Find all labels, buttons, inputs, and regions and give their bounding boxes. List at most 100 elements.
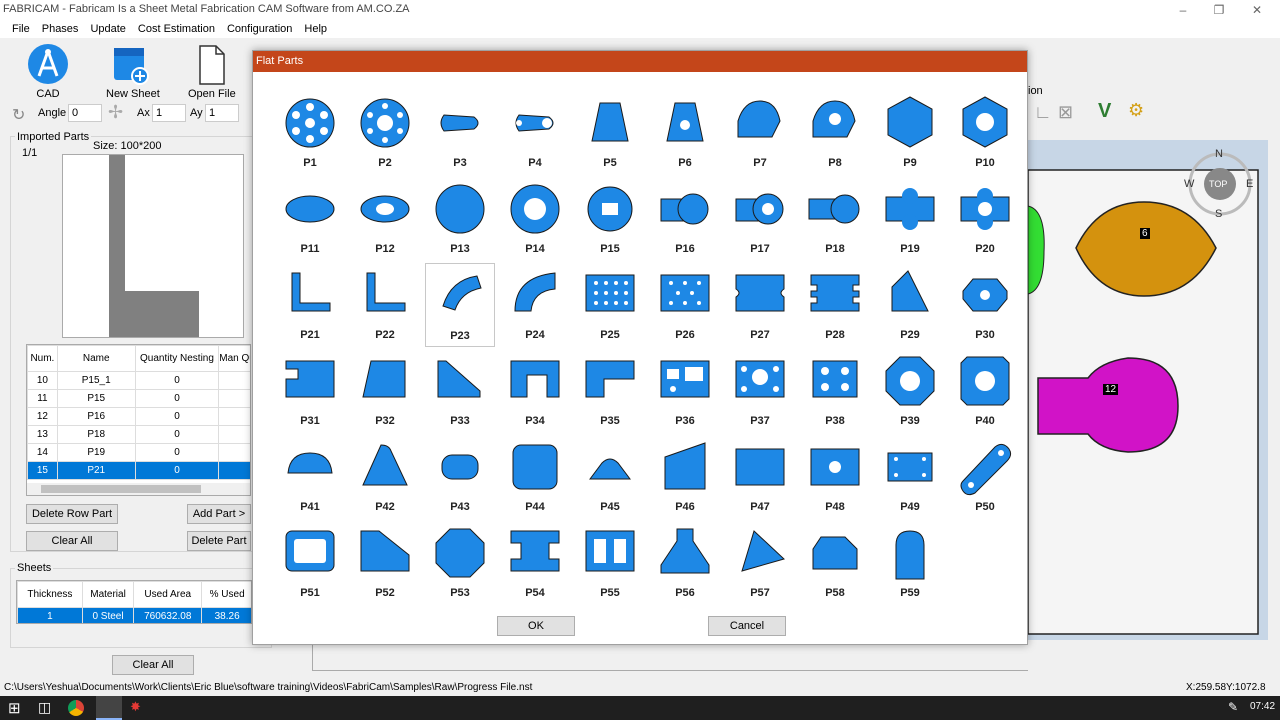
part-tile-p23[interactable]: P23 (425, 263, 495, 347)
part-tile-p35[interactable]: P35 (575, 349, 645, 433)
part-tile-p43[interactable]: P43 (425, 435, 495, 519)
part-tile-p19[interactable]: P19 (875, 177, 945, 261)
ay-input[interactable]: 1 (205, 104, 239, 122)
part-tile-p13[interactable]: P13 (425, 177, 495, 261)
part-tile-p24[interactable]: P24 (500, 263, 570, 347)
delete-row-part-button[interactable]: Delete Row Part (26, 504, 118, 524)
part-tile-p55[interactable]: P55 (575, 521, 645, 605)
menu-configuration[interactable]: Configuration (221, 20, 298, 38)
menu-update[interactable]: Update (84, 20, 131, 38)
part-tile-p17[interactable]: P17 (725, 177, 795, 261)
part-tile-p39[interactable]: P39 (875, 349, 945, 433)
ok-button[interactable]: OK (497, 616, 575, 636)
add-part-button[interactable]: Add Part > (187, 504, 251, 524)
pen-icon[interactable]: ✎ (1228, 700, 1238, 714)
table-row-selected[interactable]: 15 P21 0 (27, 461, 250, 480)
part-tile-p54[interactable]: P54 (500, 521, 570, 605)
part-tile-p44[interactable]: P44 (500, 435, 570, 519)
part-tile-p38[interactable]: P38 (800, 349, 870, 433)
part-tile-p49[interactable]: P49 (875, 435, 945, 519)
part-tile-p33[interactable]: P33 (425, 349, 495, 433)
chrome-icon[interactable] (68, 700, 84, 716)
part-tile-p20[interactable]: P20 (950, 177, 1020, 261)
table-row[interactable]: 13 P18 0 (27, 425, 250, 444)
imported-parts-table[interactable]: Num. Name Quantity Nesting Man Quan 10P1… (26, 344, 251, 496)
task-view-icon[interactable]: ◫ (38, 699, 51, 716)
part-tile-p32[interactable]: P32 (350, 349, 420, 433)
angle-input[interactable]: 0 (68, 104, 102, 122)
part-tile-p36[interactable]: P36 (650, 349, 720, 433)
part-tile-p18[interactable]: P18 (800, 177, 870, 261)
part-tile-p21[interactable]: P21 (275, 263, 345, 347)
table-row[interactable]: 14 P19 0 (27, 443, 250, 462)
horizontal-scrollbar[interactable] (27, 483, 250, 495)
clear-all-parts-button[interactable]: Clear All (26, 531, 118, 551)
open-file-button[interactable]: Open File (188, 42, 236, 100)
angle-tool-icon[interactable]: ∟ (1034, 102, 1052, 123)
part-tile-p3[interactable]: P3 (425, 91, 495, 175)
part-tile-p6[interactable]: P6 (650, 91, 720, 175)
rotate-icon[interactable]: ↻ (12, 105, 25, 125)
part-tile-p42[interactable]: P42 (350, 435, 420, 519)
table-row[interactable]: 12 P16 0 (27, 407, 250, 426)
part-tile-p8[interactable]: P8 (800, 91, 870, 175)
ax-input[interactable]: 1 (152, 104, 186, 122)
part-tile-p40[interactable]: P40 (950, 349, 1020, 433)
part-tile-p45[interactable]: P45 (575, 435, 645, 519)
part-tile-p50[interactable]: P50 (950, 435, 1020, 519)
part-tile-p57[interactable]: P57 (725, 521, 795, 605)
part-tile-p9[interactable]: P9 (875, 91, 945, 175)
part-tile-p37[interactable]: P37 (725, 349, 795, 433)
part-tile-p11[interactable]: P11 (275, 177, 345, 261)
part-tile-p25[interactable]: P25 (575, 263, 645, 347)
maximize-icon[interactable]: ❐ (1202, 1, 1236, 19)
delete-part-button[interactable]: Delete Part (187, 531, 251, 551)
menu-phases[interactable]: Phases (36, 20, 85, 38)
app-taskbar-icon[interactable]: ✸ (130, 699, 141, 715)
part-tile-p5[interactable]: P5 (575, 91, 645, 175)
part-tile-p51[interactable]: P51 (275, 521, 345, 605)
measure-icon[interactable]: ⚙ (1128, 100, 1144, 121)
part-tile-p22[interactable]: P22 (350, 263, 420, 347)
part-tile-p47[interactable]: P47 (725, 435, 795, 519)
nesting-canvas[interactable]: N S E W TOP 6 12 (1027, 140, 1268, 640)
minimize-icon[interactable]: – (1166, 1, 1200, 19)
cad-button[interactable]: CAD (26, 42, 70, 100)
part-tile-p1[interactable]: P1 (275, 91, 345, 175)
part-tile-p27[interactable]: P27 (725, 263, 795, 347)
part-tile-p29[interactable]: P29 (875, 263, 945, 347)
part-tile-p7[interactable]: P7 (725, 91, 795, 175)
part-tile-p34[interactable]: P34 (500, 349, 570, 433)
fabricam-taskbar-icon[interactable] (96, 696, 122, 720)
part-tile-p56[interactable]: P56 (650, 521, 720, 605)
part-tile-p53[interactable]: P53 (425, 521, 495, 605)
menu-help[interactable]: Help (298, 20, 333, 38)
part-tile-p10[interactable]: P10 (950, 91, 1020, 175)
crossbox-icon[interactable]: ⊠ (1058, 102, 1073, 123)
menu-cost-estimation[interactable]: Cost Estimation (132, 20, 221, 38)
part-tile-p16[interactable]: P16 (650, 177, 720, 261)
part-tile-p15[interactable]: P15 (575, 177, 645, 261)
part-tile-p2[interactable]: P2 (350, 91, 420, 175)
part-tile-p30[interactable]: P30 (950, 263, 1020, 347)
new-sheet-button[interactable]: New Sheet (106, 42, 160, 100)
part-tile-p52[interactable]: P52 (350, 521, 420, 605)
part-tile-p4[interactable]: P4 (500, 91, 570, 175)
table-row-selected[interactable]: 10 Steel 760632.08 38.26 (17, 607, 251, 623)
close-icon[interactable]: ✕ (1240, 1, 1274, 19)
clear-all-sheets-button[interactable]: Clear All (112, 655, 194, 675)
part-tile-p59[interactable]: P59 (875, 521, 945, 605)
part-tile-p31[interactable]: P31 (275, 349, 345, 433)
part-tile-p26[interactable]: P26 (650, 263, 720, 347)
part-tile-p58[interactable]: P58 (800, 521, 870, 605)
windows-start-icon[interactable]: ⊞ (8, 699, 21, 717)
sheets-table[interactable]: Thickness Material Used Area% Used 10 Stee… (16, 580, 252, 624)
menu-file[interactable]: File (6, 20, 36, 38)
part-tile-p41[interactable]: P41 (275, 435, 345, 519)
v-mark-icon[interactable]: V (1098, 100, 1111, 123)
move-icon[interactable]: ✢ (108, 102, 123, 123)
part-tile-p28[interactable]: P28 (800, 263, 870, 347)
cancel-button[interactable]: Cancel (708, 616, 786, 636)
part-tile-p12[interactable]: P12 (350, 177, 420, 261)
part-tile-p48[interactable]: P48 (800, 435, 870, 519)
